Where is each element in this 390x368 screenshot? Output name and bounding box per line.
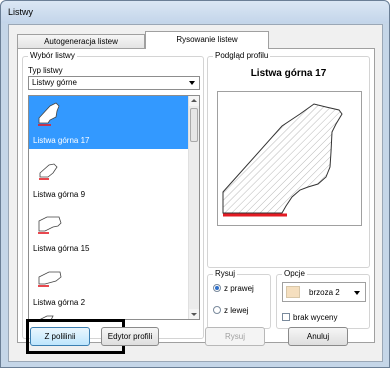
no-pricing-label: brak wyceny (293, 313, 338, 322)
title-bar[interactable]: Listwy (1, 1, 389, 23)
profile-thumbnail-icon (38, 216, 62, 234)
preview-group-legend: Podgląd profilu (213, 51, 271, 60)
profile-thumbnail-icon (39, 163, 58, 180)
no-pricing-checkbox[interactable]: brak wyceny (282, 313, 337, 322)
radio-checked-icon (213, 284, 221, 292)
dialog-client: Autogeneracja listew Rysowanie listew Wy… (8, 24, 383, 362)
tab-autogeneracja[interactable]: Autogeneracja listew (17, 34, 145, 49)
radio-label: z lewej (224, 306, 249, 315)
arrow-down-icon (191, 313, 197, 316)
type-select[interactable]: Listwy górne (28, 76, 200, 90)
list-item-label: Listwa górna 9 (33, 190, 86, 199)
tab-rysowanie[interactable]: Rysowanie listew (145, 31, 269, 49)
type-select-value: Listwy górne (32, 78, 77, 87)
selection-group-legend: Wybór listwy (28, 51, 77, 60)
profile-thumbnail-icon (38, 271, 62, 287)
list-item[interactable]: Listwa górna 2 (29, 258, 189, 311)
scroll-down-button[interactable] (189, 309, 199, 319)
material-select[interactable]: brzoza 2 (282, 282, 366, 302)
radio-z-lewej[interactable]: z lewej (213, 306, 248, 315)
draw-side-group: Rysuj z prawej z lewej (207, 269, 271, 329)
checkbox-unchecked-icon (282, 313, 290, 321)
profile-drawing (222, 103, 343, 217)
material-value: brzoza 2 (309, 288, 340, 297)
list-item[interactable]: Listwa górna 17 (29, 96, 189, 149)
tab-panel-rysowanie: Wybór listwy Typ listwy Listwy górne Lis… (17, 48, 375, 343)
profile-preview (217, 91, 362, 226)
window-title: Listwy (8, 7, 34, 17)
list-item[interactable]: Listwa górna 15 (29, 204, 189, 257)
draw-side-legend: Rysuj (213, 269, 238, 278)
list-scrollbar[interactable] (188, 96, 199, 319)
scroll-thumb[interactable] (190, 108, 198, 142)
chevron-down-icon (354, 291, 360, 295)
selection-group: Wybór listwy Typ listwy Listwy górne Lis… (22, 51, 204, 339)
list-item-label: Listwa górna 2 (33, 298, 86, 307)
listwy-window: Listwy Autogeneracja listew Rysowanie li… (0, 0, 390, 368)
rysuj-button[interactable]: Rysuj (205, 327, 265, 346)
options-group: Opcje brzoza 2 brak wyceny (276, 269, 370, 329)
profile-list[interactable]: Listwa górna 17 Listwa górna 9 Listwa gó… (28, 95, 200, 320)
scroll-up-button[interactable] (189, 96, 199, 106)
options-legend: Opcje (282, 269, 307, 278)
profile-thumbnail-icon (38, 102, 60, 126)
arrow-up-icon (191, 99, 197, 102)
list-item-label: Listwa górna 15 (33, 244, 90, 253)
radio-unchecked-icon (213, 306, 221, 314)
edytor-profili-button[interactable]: Edytor profili (101, 327, 159, 346)
list-item[interactable]: Listwa górna 9 (29, 150, 189, 203)
preview-group: Podgląd profilu Listwa górna 17 (207, 51, 370, 268)
type-label: Typ listwy (28, 66, 63, 75)
preview-title: Listwa górna 17 (250, 68, 327, 79)
material-swatch (286, 286, 300, 298)
radio-label: z prawej (224, 284, 254, 293)
chevron-down-icon (189, 81, 195, 85)
list-item-label: Listwa górna 17 (33, 136, 90, 145)
radio-z-prawej[interactable]: z prawej (213, 284, 254, 293)
anuluj-button[interactable]: Anuluj (288, 327, 348, 346)
